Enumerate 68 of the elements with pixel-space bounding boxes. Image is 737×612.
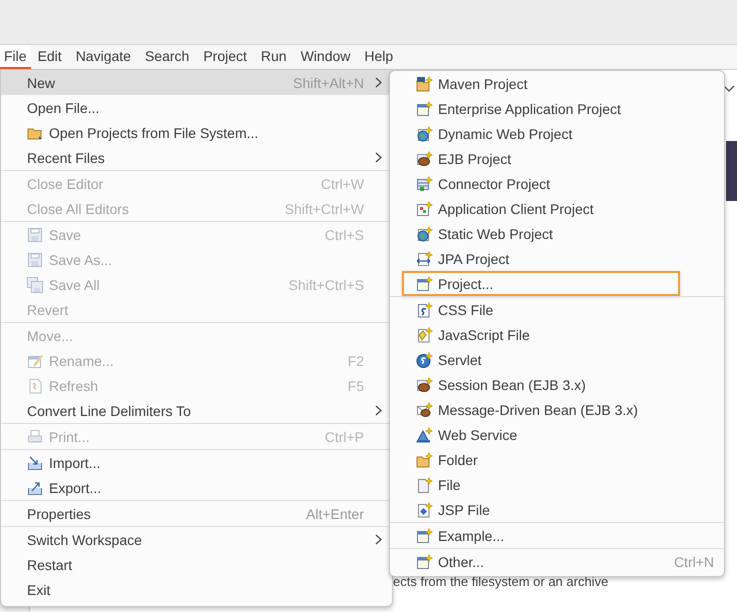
menu-item[interactable]: Application Client Project <box>390 196 724 221</box>
globe-icon <box>416 226 433 242</box>
menu[interactable]: Window <box>294 45 358 69</box>
window-icon <box>416 100 433 116</box>
menu-item[interactable]: Restart <box>1 552 392 577</box>
menu[interactable]: Project <box>196 45 254 69</box>
menu-item[interactable]: New Shift+Alt+N <box>1 70 392 95</box>
menu-item[interactable]: EJB Project <box>390 146 724 171</box>
menu-item[interactable]: Example... <box>390 523 724 548</box>
app-icon <box>416 200 433 216</box>
menu[interactable]: File <box>0 45 31 69</box>
menu-item[interactable]: Folder <box>390 447 724 472</box>
disks-icon <box>27 276 44 292</box>
page-icon <box>416 326 433 342</box>
globe-icon <box>416 126 433 142</box>
menu-item[interactable]: Switch Workspace <box>1 527 392 552</box>
menu-item[interactable]: Open Projects from File System... <box>1 120 392 145</box>
menu-item[interactable]: Export... <box>1 475 392 500</box>
description-text: ects from the filesystem or an archive <box>393 574 608 589</box>
menu-item[interactable]: Static Web Project <box>390 221 724 246</box>
menu-item[interactable]: File <box>390 472 724 497</box>
menu[interactable]: Search <box>138 45 196 69</box>
menu-item[interactable]: Properties Alt+Enter <box>1 501 392 526</box>
pencil-icon <box>27 352 44 368</box>
page-icon <box>416 302 433 318</box>
menu-item[interactable]: Enterprise Application Project <box>390 96 724 121</box>
menu-item[interactable]: Message-Driven Bean (EJB 3.x) <box>390 397 724 422</box>
tray-icon <box>27 454 44 470</box>
ball-icon <box>416 352 433 368</box>
menu-item[interactable]: Import... <box>1 450 392 475</box>
arrows-icon <box>416 250 433 266</box>
menu-item[interactable]: JSP File <box>390 497 724 522</box>
printer-icon <box>27 428 44 444</box>
menu[interactable]: Navigate <box>68 45 138 69</box>
window-icon <box>416 528 433 544</box>
menu-item[interactable]: Maven Project <box>390 71 724 96</box>
menu-item[interactable]: Project... <box>402 271 680 296</box>
menu-item[interactable]: Dynamic Web Project <box>390 121 724 146</box>
menu[interactable]: Edit <box>30 45 69 69</box>
menu-item[interactable]: Servlet <box>390 347 724 372</box>
menu-item[interactable]: Web Service <box>390 422 724 447</box>
window-icon <box>416 554 433 570</box>
menu-item[interactable]: Other... Ctrl+N <box>390 549 724 574</box>
server-icon <box>416 176 433 192</box>
menu-item[interactable]: JPA Project <box>390 246 724 271</box>
service-icon <box>416 426 433 442</box>
menu-item[interactable]: JavaScript File <box>390 322 724 347</box>
file-icon <box>416 476 433 492</box>
menu-item[interactable]: CSS File <box>390 297 724 322</box>
tray-icon <box>27 480 44 496</box>
chevron-icon[interactable] <box>723 85 735 93</box>
menu-item[interactable]: Recent Files <box>1 145 392 170</box>
editor-banner <box>726 141 737 201</box>
menu-item[interactable]: Session Bean (EJB 3.x) <box>390 372 724 397</box>
menu-item[interactable]: Exit <box>1 577 392 602</box>
bean-icon <box>416 402 433 418</box>
page-icon <box>27 378 44 394</box>
menu[interactable]: Help <box>357 45 400 69</box>
bean-icon <box>416 150 433 166</box>
menu[interactable]: Run <box>254 45 294 69</box>
bean-icon <box>416 376 433 392</box>
menu-item[interactable]: Open File... <box>1 95 392 120</box>
folder-icon <box>416 452 433 468</box>
window-icon <box>416 276 433 292</box>
folder-icon <box>416 76 433 92</box>
page-icon <box>416 502 433 518</box>
menu-item[interactable]: Connector Project <box>390 171 724 196</box>
menu-item[interactable]: Convert Line Delimiters To <box>1 398 392 423</box>
